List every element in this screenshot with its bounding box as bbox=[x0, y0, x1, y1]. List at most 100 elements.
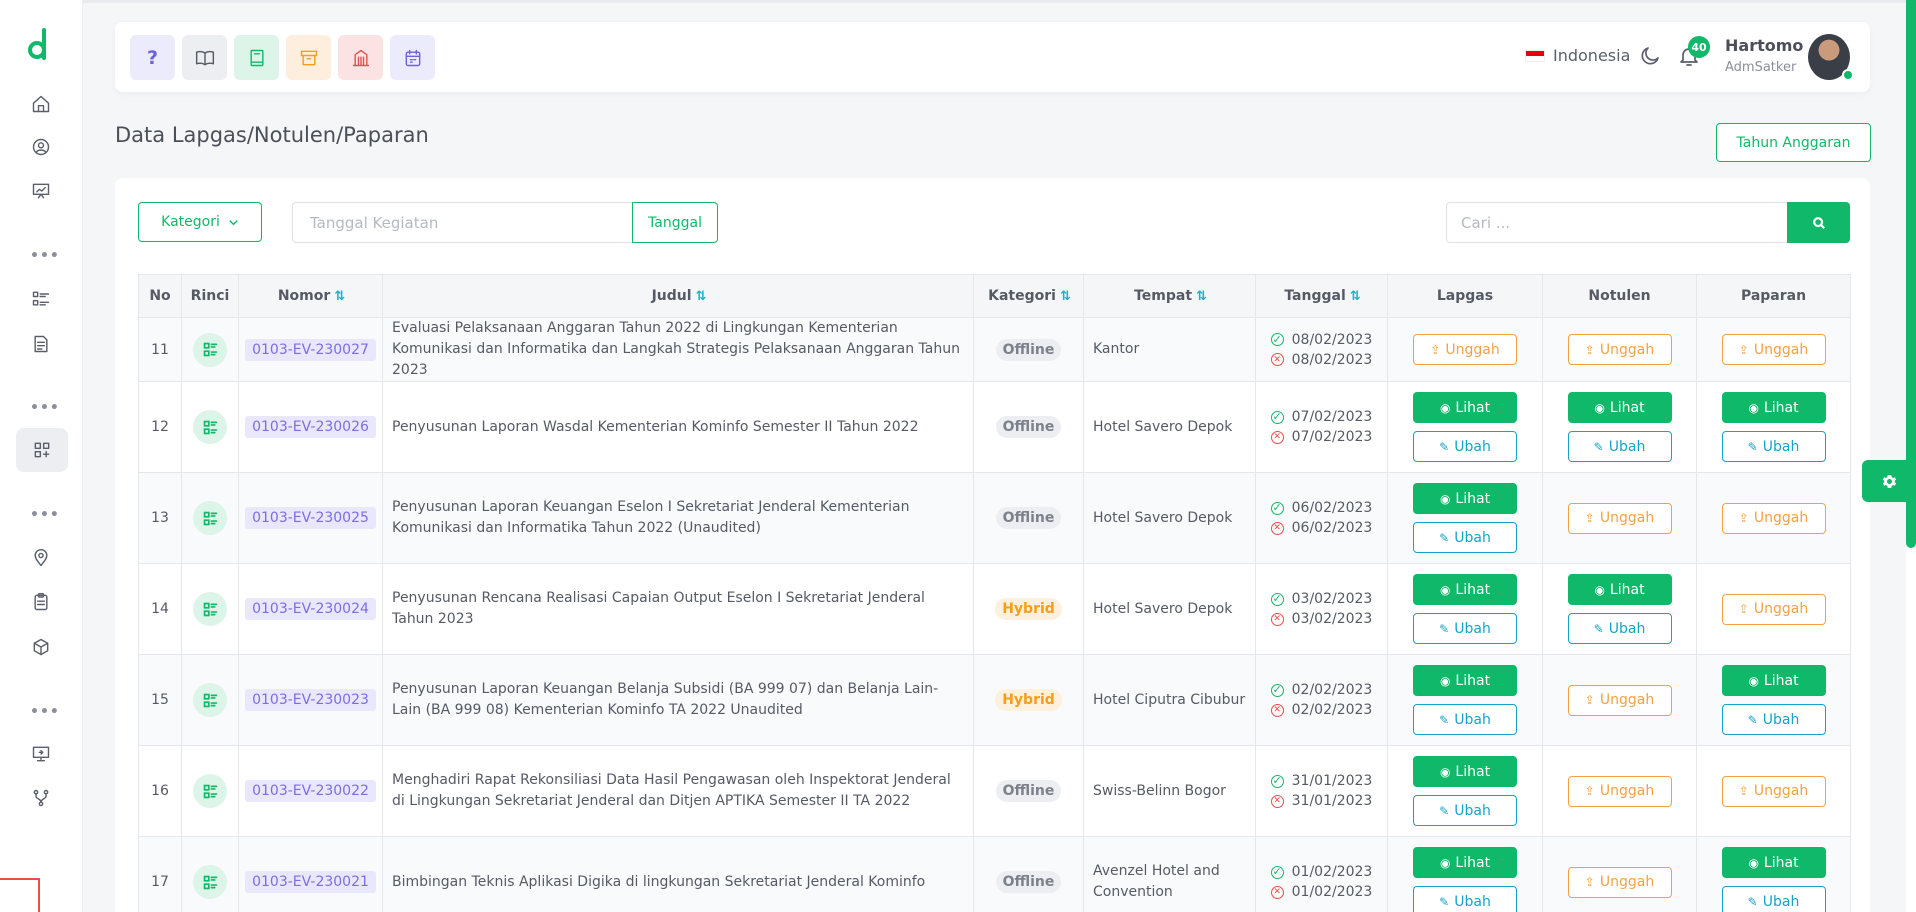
lapgas-ubah-button[interactable]: ✎ Ubah bbox=[1413, 613, 1517, 644]
paparan-unggah-button[interactable]: ⇪ Unggah bbox=[1721, 593, 1826, 625]
nomor-badge[interactable]: 0103-EV-230025 bbox=[245, 507, 376, 529]
header-kategori[interactable]: Kategori ⇅ bbox=[973, 274, 1084, 318]
sort-icon[interactable]: ⇅ bbox=[696, 289, 707, 304]
lapgas-lihat-button[interactable]: ◉ Lihat bbox=[1413, 847, 1517, 878]
kategori-badge: Offline bbox=[995, 416, 1062, 438]
notulen-unggah-button[interactable]: ⇪ Unggah bbox=[1567, 334, 1672, 365]
header-tempat[interactable]: Tempat ⇅ bbox=[1083, 274, 1256, 318]
lapgas-unggah-button[interactable]: ⇪ Unggah bbox=[1413, 334, 1517, 365]
lapgas-ubah-button[interactable]: ✎ Ubah bbox=[1413, 886, 1517, 912]
paparan-lihat-button[interactable]: ◉ Lihat bbox=[1721, 665, 1826, 696]
app-logo[interactable] bbox=[26, 28, 52, 62]
cell-tempat: Hotel Savero Depok bbox=[1083, 381, 1256, 473]
rinci-button[interactable] bbox=[193, 683, 227, 717]
help-icon: ? bbox=[146, 46, 159, 69]
paparan-ubah-button[interactable]: ✎ Ubah bbox=[1721, 704, 1826, 735]
document-icon[interactable] bbox=[24, 327, 58, 361]
dark-mode-toggle[interactable] bbox=[1638, 44, 1664, 70]
lapgas-ubah-button[interactable]: ✎ Ubah bbox=[1413, 522, 1517, 553]
header-nomor[interactable]: Nomor ⇅ bbox=[238, 274, 383, 318]
building-button[interactable] bbox=[338, 35, 383, 80]
notulen-lihat-button[interactable]: ◉ Lihat bbox=[1567, 392, 1672, 423]
notulen-unggah-button[interactable]: ⇪ Unggah bbox=[1567, 502, 1672, 534]
sort-icon[interactable]: ⇅ bbox=[1196, 289, 1207, 304]
notulen-unggah-button[interactable]: ⇪ Unggah bbox=[1567, 775, 1672, 807]
rinci-button[interactable] bbox=[193, 501, 227, 535]
calendar-icon bbox=[405, 49, 420, 66]
cube-icon[interactable] bbox=[24, 630, 58, 664]
x-circle-icon: ✕ bbox=[1270, 612, 1284, 626]
edit-icon: ✎ bbox=[1593, 439, 1604, 454]
sort-icon[interactable]: ⇅ bbox=[1350, 289, 1361, 304]
cell-nomor: 0103-EV-230022 bbox=[238, 745, 383, 837]
notulen-ubah-button[interactable]: ✎ Ubah bbox=[1567, 431, 1672, 462]
cell-notulen: ◉ Lihat ✎ Ubah bbox=[1542, 381, 1697, 473]
nomor-badge[interactable]: 0103-EV-230023 bbox=[245, 689, 376, 711]
nomor-badge[interactable]: 0103-EV-230021 bbox=[245, 871, 376, 893]
notulen-unggah-button[interactable]: ⇪ Unggah bbox=[1567, 684, 1672, 716]
x-circle-icon: ✕ bbox=[1270, 430, 1284, 444]
cell-judul: Penyusunan Laporan Wasdal Kementerian Ko… bbox=[382, 381, 974, 473]
paparan-unggah-button[interactable]: ⇪ Unggah bbox=[1721, 334, 1826, 365]
search-button[interactable] bbox=[1787, 202, 1850, 243]
scrollbar-thumb[interactable] bbox=[1906, 0, 1916, 548]
lapgas-ubah-button[interactable]: ✎ Ubah bbox=[1413, 704, 1517, 735]
laravel-logo-icon bbox=[0, 878, 40, 912]
language-selector[interactable]: Indonesia bbox=[1525, 46, 1630, 65]
clipboard-icon[interactable] bbox=[24, 585, 58, 619]
kategori-dropdown[interactable]: Kategori bbox=[138, 202, 262, 242]
notulen-unggah-button[interactable]: ⇪ Unggah bbox=[1567, 866, 1672, 898]
lapgas-lihat-button[interactable]: ◉ Lihat bbox=[1413, 483, 1517, 514]
tanggal-mulai: 01/02/2023 bbox=[1291, 864, 1373, 880]
nomor-badge[interactable]: 0103-EV-230024 bbox=[245, 598, 376, 620]
paparan-ubah-button[interactable]: ✎ Ubah bbox=[1721, 886, 1826, 912]
lapgas-lihat-button[interactable]: ◉ Lihat bbox=[1413, 665, 1517, 696]
nomor-badge[interactable]: 0103-EV-230027 bbox=[245, 338, 376, 361]
nomor-badge[interactable]: 0103-EV-230026 bbox=[245, 416, 376, 438]
calendar-button[interactable] bbox=[390, 35, 435, 80]
rinci-button[interactable] bbox=[193, 410, 227, 444]
header-judul[interactable]: Judul ⇅ bbox=[382, 274, 974, 318]
sort-icon[interactable]: ⇅ bbox=[334, 289, 345, 304]
lapgas-lihat-button[interactable]: ◉ Lihat bbox=[1413, 392, 1517, 423]
rinci-button[interactable] bbox=[193, 774, 227, 808]
cell-judul: Penyusunan Laporan Keuangan Eselon I Sek… bbox=[382, 472, 974, 564]
map-pin-icon[interactable] bbox=[24, 541, 58, 575]
rinci-button[interactable] bbox=[193, 592, 227, 626]
paparan-unggah-button[interactable]: ⇪ Unggah bbox=[1721, 775, 1826, 807]
user-circle-icon[interactable] bbox=[24, 130, 58, 164]
home-icon[interactable] bbox=[24, 87, 58, 121]
paparan-lihat-button[interactable]: ◉ Lihat bbox=[1721, 847, 1826, 878]
sort-icon[interactable]: ⇅ bbox=[1060, 289, 1071, 304]
cell-nomor: 0103-EV-230021 bbox=[238, 836, 383, 912]
rinci-button[interactable] bbox=[193, 865, 227, 899]
help-button[interactable]: ? bbox=[130, 35, 175, 80]
tahun-anggaran-button[interactable]: Tahun Anggaran bbox=[1716, 123, 1871, 162]
search-input[interactable]: Cari ... bbox=[1446, 202, 1788, 243]
archive-button[interactable] bbox=[286, 35, 331, 80]
nomor-badge[interactable]: 0103-EV-230022 bbox=[245, 780, 376, 802]
git-branch-icon[interactable] bbox=[24, 781, 58, 815]
tanggal-button[interactable]: Tanggal bbox=[632, 202, 718, 243]
notulen-ubah-button[interactable]: ✎ Ubah bbox=[1567, 613, 1672, 644]
paparan-ubah-button[interactable]: ✎ Ubah bbox=[1721, 431, 1826, 462]
apps-add-icon[interactable] bbox=[16, 428, 68, 472]
lapgas-lihat-button[interactable]: ◉ Lihat bbox=[1413, 756, 1517, 787]
lapgas-lihat-button[interactable]: ◉ Lihat bbox=[1413, 574, 1517, 605]
language-label: Indonesia bbox=[1553, 46, 1631, 65]
user-name[interactable]: Hartomo bbox=[1725, 36, 1803, 55]
data-table: No Rinci Nomor ⇅ Judul ⇅ Kategori ⇅ Tempat ⇅… bbox=[138, 274, 1851, 912]
book-button[interactable] bbox=[234, 35, 279, 80]
paparan-lihat-button[interactable]: ◉ Lihat bbox=[1721, 392, 1826, 423]
tanggal-kegiatan-input[interactable]: Tanggal Kegiatan bbox=[292, 202, 632, 243]
lapgas-ubah-button[interactable]: ✎ Ubah bbox=[1413, 431, 1517, 462]
presentation-chart-icon[interactable] bbox=[24, 174, 58, 208]
rinci-button[interactable] bbox=[193, 332, 227, 367]
book-open-button[interactable] bbox=[182, 35, 227, 80]
header-tanggal[interactable]: Tanggal ⇅ bbox=[1255, 274, 1388, 318]
list-icon[interactable] bbox=[24, 282, 58, 316]
monitor-share-icon[interactable] bbox=[24, 737, 58, 771]
paparan-unggah-button[interactable]: ⇪ Unggah bbox=[1721, 502, 1826, 534]
lapgas-ubah-button[interactable]: ✎ Ubah bbox=[1413, 795, 1517, 826]
notulen-lihat-button[interactable]: ◉ Lihat bbox=[1567, 574, 1672, 605]
